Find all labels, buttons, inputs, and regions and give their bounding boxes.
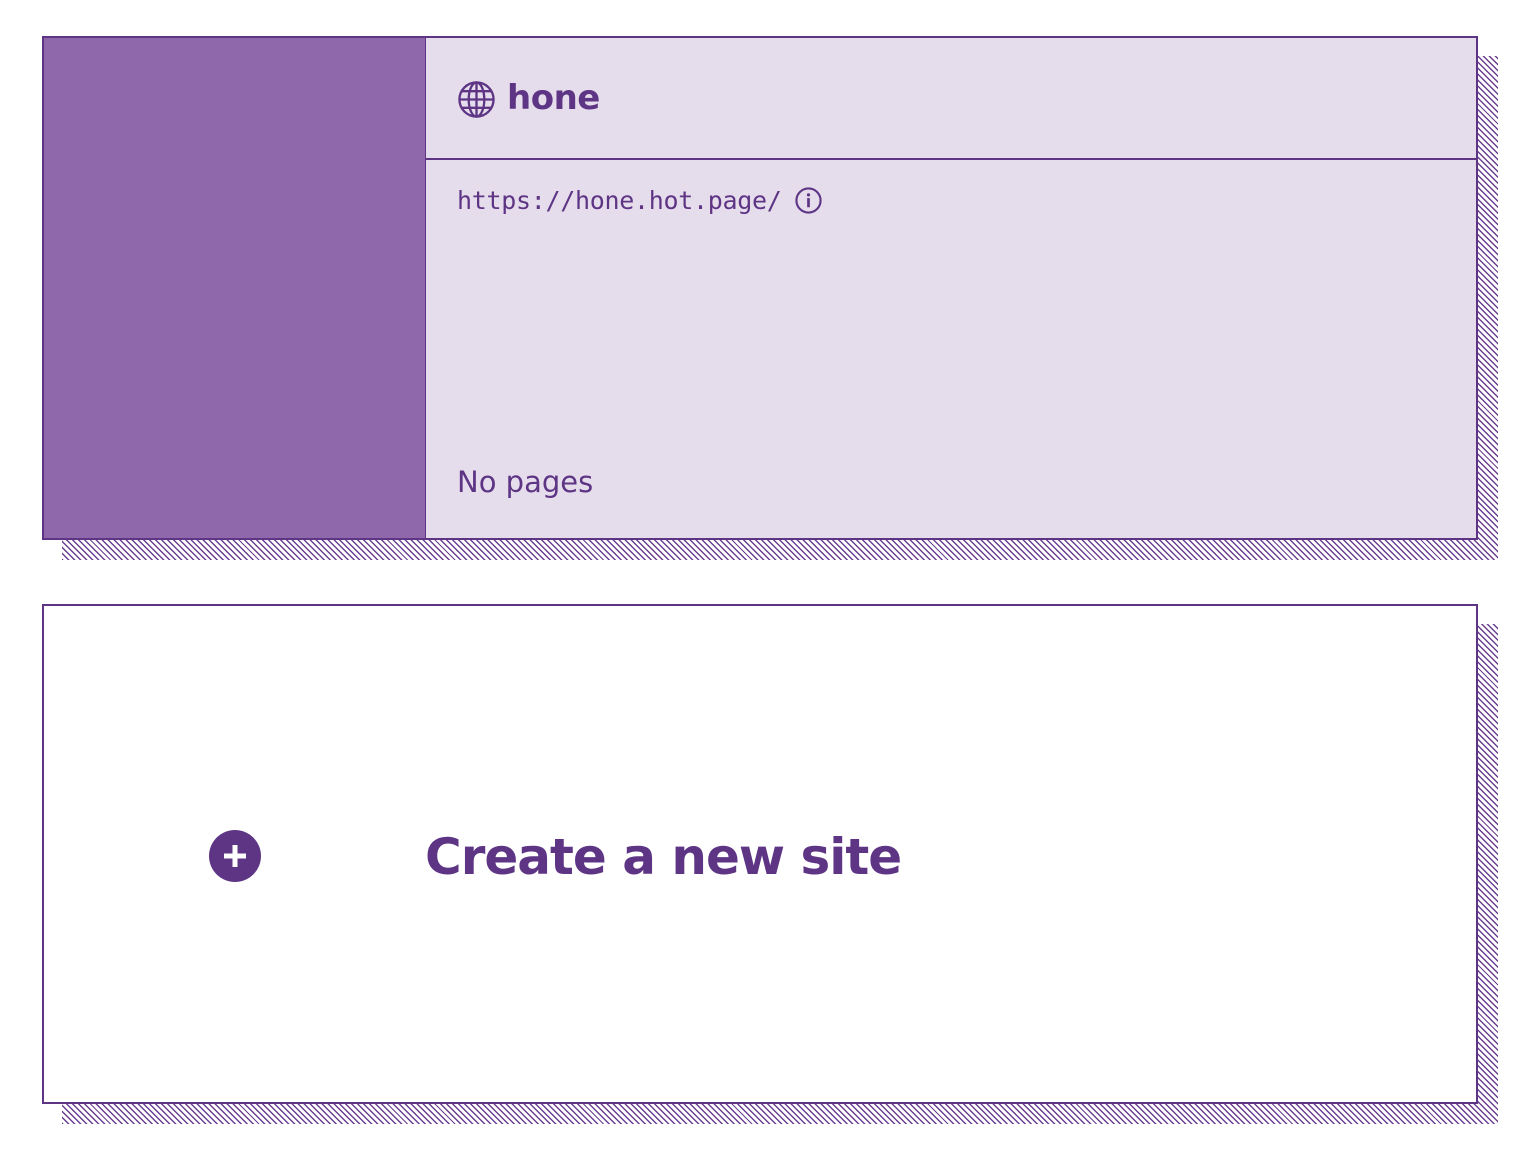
pages-status: No pages xyxy=(457,465,594,499)
plus-circle-icon xyxy=(209,830,261,882)
site-url-row: https://hone.hot.page/ xyxy=(426,186,1476,215)
globe-icon xyxy=(458,80,495,118)
info-icon[interactable] xyxy=(794,186,823,215)
create-site-label: Create a new site xyxy=(425,828,902,886)
create-site-button[interactable]: Create a new site xyxy=(42,604,1478,1104)
site-thumbnail[interactable] xyxy=(44,38,425,538)
site-card-header: hone xyxy=(426,38,1476,160)
site-name[interactable]: hone xyxy=(507,78,600,118)
site-card-body: hone https://hone.hot.page/ No pages xyxy=(425,38,1476,538)
site-card[interactable]: hone https://hone.hot.page/ No pages xyxy=(42,36,1478,540)
site-url-link[interactable]: https://hone.hot.page/ xyxy=(457,186,782,215)
